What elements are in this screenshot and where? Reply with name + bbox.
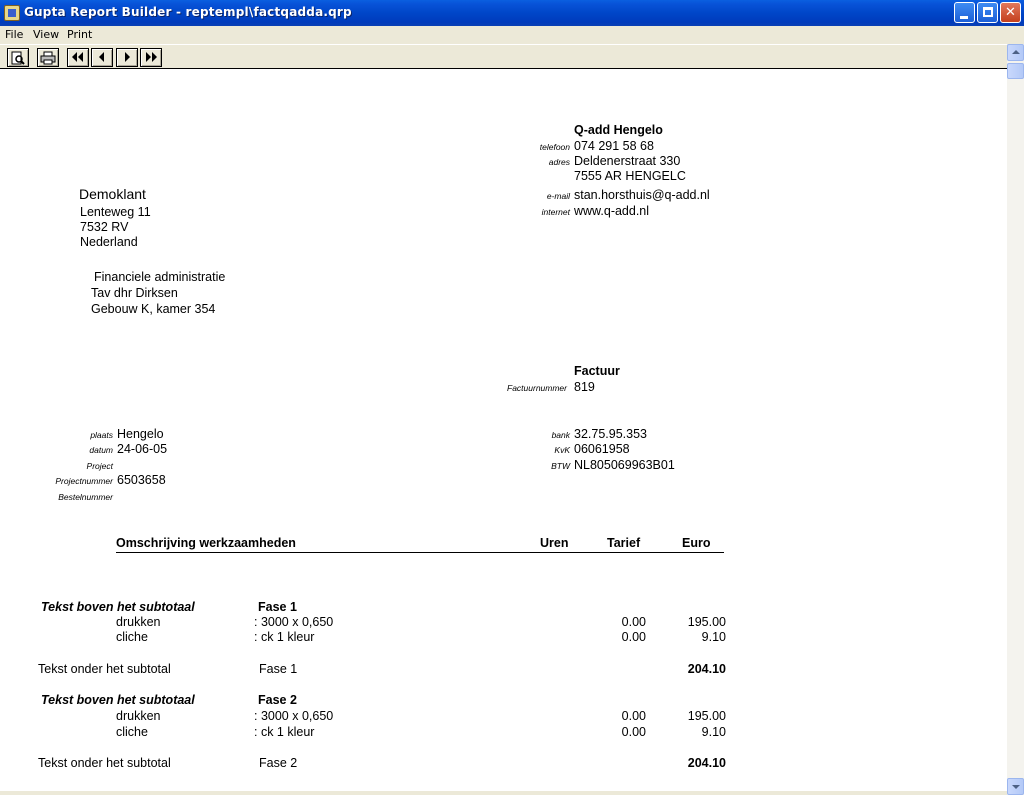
group1-above-label: Tekst boven het subtotaal bbox=[41, 600, 195, 614]
window-bottom-edge bbox=[0, 791, 1007, 795]
preview-icon bbox=[11, 51, 25, 65]
header-rule bbox=[116, 552, 724, 553]
printer-icon bbox=[40, 51, 56, 65]
group2-subtotal: 204.10 bbox=[687, 756, 726, 770]
next-page-button[interactable] bbox=[116, 48, 138, 67]
plaats-value: Hengelo bbox=[117, 427, 164, 441]
btw-label: BTW bbox=[551, 461, 570, 471]
group2-below-phase: Fase 2 bbox=[259, 756, 298, 770]
adres-label: adres bbox=[548, 157, 570, 167]
group2-phase: Fase 2 bbox=[258, 693, 297, 707]
client-street: Lenteweg 11 bbox=[80, 205, 151, 219]
bank-label: bank bbox=[551, 430, 570, 440]
scroll-thumb[interactable] bbox=[1007, 63, 1024, 79]
client-name: Demoklant bbox=[79, 186, 146, 202]
group1-subtotal: 204.10 bbox=[687, 662, 726, 676]
group1-line1-rate: 0.00 bbox=[621, 615, 646, 629]
report-page: Q-add Hengelo telefoon 074 291 58 68 adr… bbox=[0, 69, 1007, 795]
first-page-button[interactable] bbox=[67, 48, 89, 67]
email-label: e-mail bbox=[546, 191, 570, 201]
group2-below-label: Tekst onder het subtotal bbox=[38, 756, 171, 770]
group2-line1-rate: 0.00 bbox=[621, 709, 646, 723]
column-amount-header: Euro bbox=[682, 536, 711, 550]
client-building: Gebouw K, kamer 354 bbox=[91, 302, 216, 316]
close-button[interactable]: ✕ bbox=[1000, 2, 1021, 23]
company-name: Q-add Hengelo bbox=[574, 123, 663, 137]
project-label: Project bbox=[86, 461, 113, 471]
last-page-button[interactable] bbox=[140, 48, 162, 67]
toolbar bbox=[0, 44, 1024, 69]
previous-page-button[interactable] bbox=[91, 48, 113, 67]
column-rate-header: Tarief bbox=[607, 536, 641, 550]
datum-value: 24-06-05 bbox=[117, 442, 168, 456]
group1-line2-amount: 9.10 bbox=[701, 630, 726, 644]
maximize-button[interactable] bbox=[977, 2, 998, 23]
column-description-header: Omschrijving werkzaamheden bbox=[116, 536, 296, 550]
client-postcode: 7532 RV bbox=[80, 220, 129, 234]
vertical-scrollbar[interactable] bbox=[1007, 44, 1024, 795]
column-hours-header: Uren bbox=[540, 536, 569, 550]
group1-below-phase: Fase 1 bbox=[259, 662, 298, 676]
menu-bar: File View Print bbox=[0, 26, 1024, 44]
group1-line1-detail: : 3000 x 0,650 bbox=[254, 615, 334, 629]
internet-label: internet bbox=[541, 207, 570, 217]
menu-file[interactable]: File bbox=[5, 28, 23, 41]
next-page-icon bbox=[125, 52, 130, 62]
bestelnummer-label: Bestelnummer bbox=[58, 492, 113, 502]
projectnummer-value: 6503658 bbox=[117, 473, 166, 487]
group2-line1-amount: 195.00 bbox=[687, 709, 726, 723]
title-bar[interactable]: Gupta Report Builder - reptempl\factqadd… bbox=[0, 0, 1024, 26]
menu-print[interactable]: Print bbox=[67, 28, 92, 41]
group2-line1-detail: : 3000 x 0,650 bbox=[254, 709, 334, 723]
group2-line1-item: drukken bbox=[116, 709, 161, 723]
bank-value: 32.75.95.353 bbox=[574, 427, 647, 441]
group1-phase: Fase 1 bbox=[258, 600, 297, 614]
client-country: Nederland bbox=[80, 235, 138, 249]
email-value: stan.horsthuis@q-add.nl bbox=[574, 188, 710, 202]
group2-line2-detail: : ck 1 kleur bbox=[254, 725, 315, 739]
minimize-button[interactable] bbox=[954, 2, 975, 23]
group1-line1-amount: 195.00 bbox=[687, 615, 726, 629]
scroll-up-button[interactable] bbox=[1007, 44, 1024, 61]
btw-value: NL805069963B01 bbox=[574, 458, 675, 472]
menu-view[interactable]: View bbox=[33, 28, 59, 41]
print-preview-button[interactable] bbox=[7, 48, 29, 67]
group1-below-label: Tekst onder het subtotal bbox=[38, 662, 171, 676]
scroll-down-button[interactable] bbox=[1007, 778, 1024, 795]
internet-value: www.q-add.nl bbox=[574, 204, 650, 218]
group1-line2-item: cliche bbox=[116, 630, 148, 644]
adres-line1: Deldenerstraat 330 bbox=[574, 154, 681, 168]
client-attention: Tav dhr Dirksen bbox=[91, 286, 178, 300]
invoice-heading: Factuur bbox=[574, 364, 620, 378]
group2-line2-amount: 9.10 bbox=[701, 725, 726, 739]
telefoon-value: 074 291 58 68 bbox=[574, 139, 654, 153]
kvk-value: 06061958 bbox=[574, 442, 630, 456]
previous-page-icon bbox=[99, 52, 104, 62]
last-page-icon bbox=[146, 52, 157, 62]
group1-line2-rate: 0.00 bbox=[621, 630, 646, 644]
group2-line2-rate: 0.00 bbox=[621, 725, 646, 739]
group1-line1-item: drukken bbox=[116, 615, 161, 629]
print-button[interactable] bbox=[37, 48, 59, 67]
app-icon[interactable] bbox=[4, 5, 20, 21]
datum-label: datum bbox=[89, 445, 113, 455]
group2-line2-item: cliche bbox=[116, 725, 148, 739]
telefoon-label: telefoon bbox=[539, 142, 570, 152]
invoice-number-label: Factuurnummer bbox=[507, 383, 567, 393]
projectnummer-label: Projectnummer bbox=[55, 476, 113, 486]
window-title: Gupta Report Builder - reptempl\factqadd… bbox=[24, 5, 352, 19]
plaats-label: plaats bbox=[90, 430, 113, 440]
invoice-number: 819 bbox=[574, 380, 595, 394]
adres-line2: 7555 AR HENGELC bbox=[574, 169, 686, 183]
group1-line2-detail: : ck 1 kleur bbox=[254, 630, 315, 644]
kvk-label: KvK bbox=[554, 445, 570, 455]
client-department: Financiele administratie bbox=[94, 270, 226, 284]
group2-above-label: Tekst boven het subtotaal bbox=[41, 693, 195, 707]
first-page-icon bbox=[72, 52, 83, 62]
